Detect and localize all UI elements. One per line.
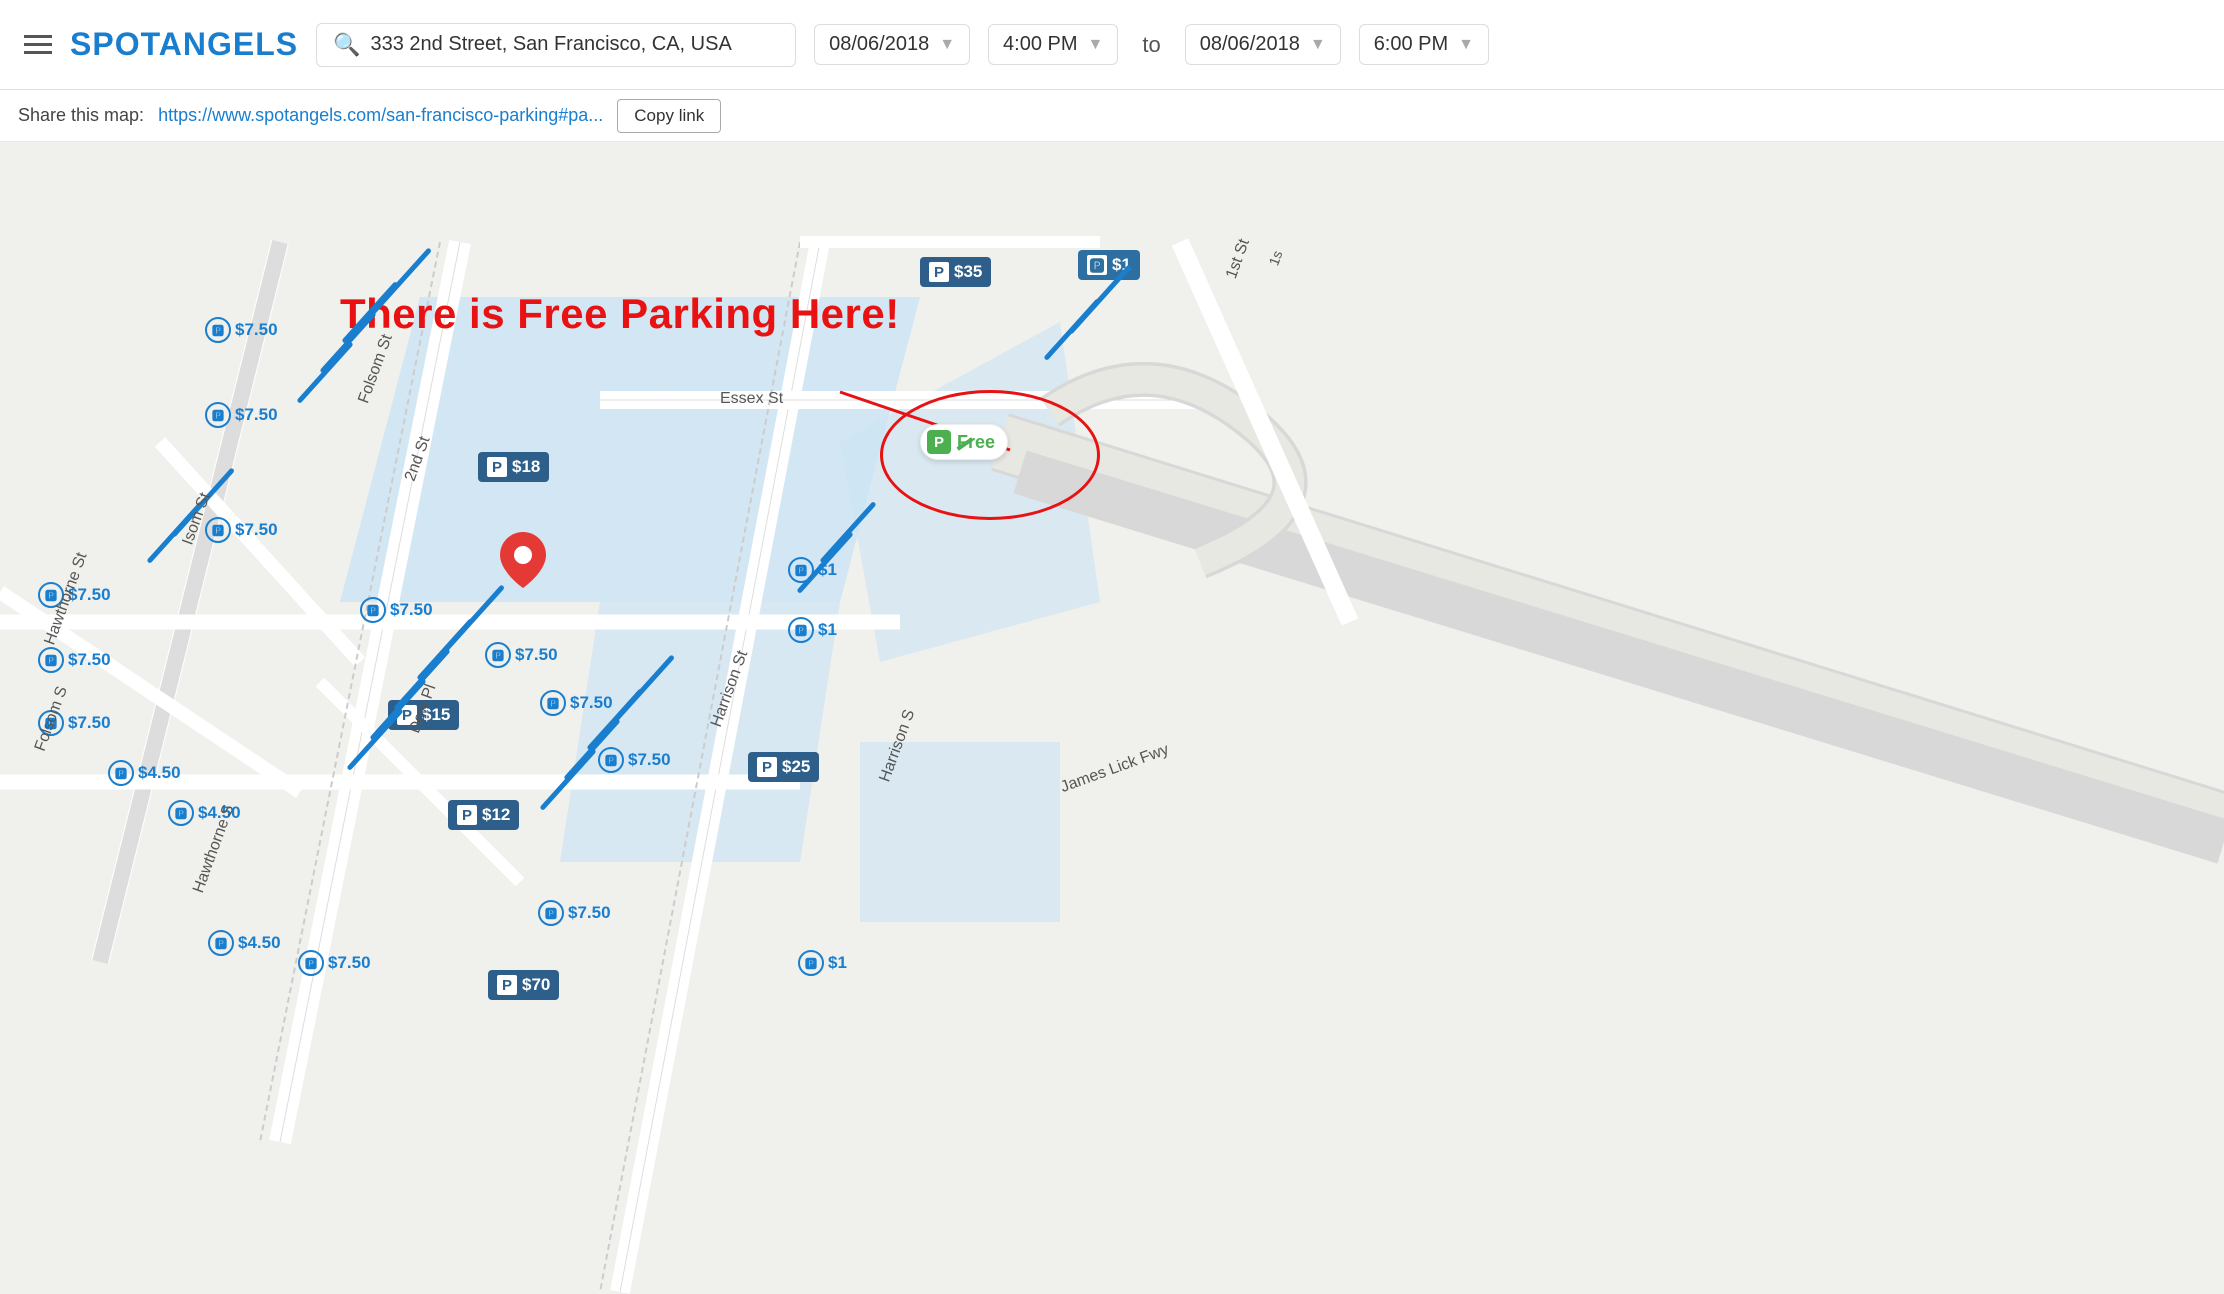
share-bar: Share this map: https://www.spotangels.c… [0, 90, 2224, 142]
app-header: SPOTANGELS 🔍 08/06/2018 ▼ 4:00 PM ▼ to 0… [0, 0, 2224, 90]
to-date-value: 08/06/2018 [1200, 33, 1300, 56]
map-container[interactable]: There is Free Parking Here! P Free P$35 … [0, 142, 2224, 1294]
from-time-chevron-icon: ▼ [1088, 36, 1104, 54]
from-time-value: 4:00 PM [1003, 33, 1077, 56]
map-svg [0, 142, 2224, 1294]
to-label: to [1136, 32, 1166, 58]
from-date-chevron-icon: ▼ [939, 36, 955, 54]
share-link[interactable]: https://www.spotangels.com/san-francisco… [158, 105, 603, 126]
copy-link-button[interactable]: Copy link [617, 99, 721, 133]
to-date-chevron-icon: ▼ [1310, 36, 1326, 54]
from-date-dropdown[interactable]: 08/06/2018 ▼ [814, 24, 970, 65]
to-date-dropdown[interactable]: 08/06/2018 ▼ [1185, 24, 1341, 65]
menu-icon[interactable] [24, 35, 52, 54]
from-time-dropdown[interactable]: 4:00 PM ▼ [988, 24, 1118, 65]
from-date-value: 08/06/2018 [829, 33, 929, 56]
to-time-dropdown[interactable]: 6:00 PM ▼ [1359, 24, 1489, 65]
share-label: Share this map: [18, 105, 144, 126]
to-time-value: 6:00 PM [1374, 33, 1448, 56]
search-input[interactable] [371, 33, 780, 56]
logo: SPOTANGELS [70, 26, 298, 63]
to-time-chevron-icon: ▼ [1458, 36, 1474, 54]
search-box: 🔍 [316, 23, 796, 67]
search-icon: 🔍 [333, 32, 360, 58]
